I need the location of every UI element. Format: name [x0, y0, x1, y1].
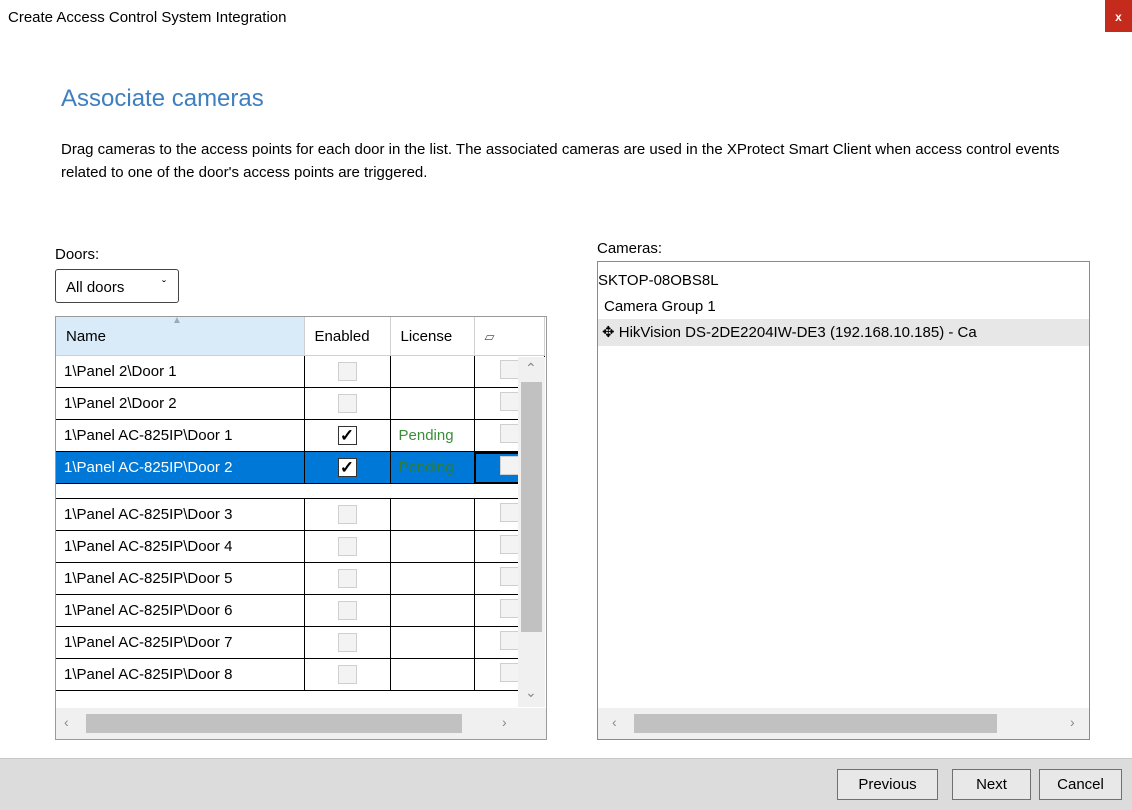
checkbox-unchecked[interactable] [337, 505, 357, 524]
camera-cell-box [499, 424, 519, 443]
cameras-label: Cameras: [597, 240, 663, 257]
table-row[interactable]: 1\Panel AC-825IP\Door 1 ✓ Pending [56, 419, 545, 452]
sort-ascending-icon: ▲ [172, 316, 182, 326]
enabled-checkbox[interactable]: ✓ [304, 419, 391, 452]
column-header-enabled-label: Enabled [314, 327, 370, 345]
door-name: 1\Panel AC-825IP\Door 1 [56, 419, 305, 452]
scroll-down-icon[interactable]: ⌄ [525, 684, 537, 701]
table-row[interactable]: 1\Panel AC-825IP\Door 5 [56, 562, 545, 595]
checkbox-unchecked[interactable] [337, 569, 357, 588]
license-status [390, 530, 475, 563]
table-row-selected[interactable]: 1\Panel AC-825IP\Door 2 ✓ Pending [56, 451, 545, 484]
camera-name: HikVision DS-2DE2204IW-DE3 (192.168.10.1… [618, 324, 977, 341]
tree-item-server[interactable]: SKTOP-08OBS8L [598, 272, 719, 289]
door-name: 1\Panel AC-825IP\Door 4 [56, 530, 305, 563]
camera-cell-box [499, 360, 519, 379]
door-name: 1\Panel 2\Door 2 [56, 387, 305, 420]
license-status [390, 562, 475, 595]
close-button[interactable]: x [1105, 0, 1132, 32]
door-name: 1\Panel AC-825IP\Door 6 [56, 594, 305, 627]
cancel-button[interactable]: Cancel [1039, 769, 1122, 800]
camera-cell-box [499, 503, 519, 522]
checkmark-icon[interactable]: ✓ [337, 458, 357, 477]
doors-label: Doors: [55, 246, 100, 263]
license-status [390, 355, 475, 388]
table-row[interactable]: 1\Panel AC-825IP\Door 8 [56, 658, 545, 691]
page-description: Drag cameras to the access points for ea… [61, 141, 1060, 181]
column-header-name[interactable]: ▲ Name [56, 316, 305, 356]
enabled-checkbox[interactable] [304, 658, 391, 691]
scroll-left-icon[interactable]: ‹ [64, 714, 69, 730]
column-header-license-label: License [400, 327, 453, 345]
license-status: Pending [390, 451, 475, 484]
license-status [390, 658, 475, 691]
column-header-camera[interactable]: ▱ [474, 317, 545, 356]
table-row[interactable]: 1\Panel AC-825IP\Door 6 [56, 594, 545, 627]
license-status [390, 594, 475, 627]
camera-cell-box [499, 663, 519, 682]
camera-column-icon: ▱ [484, 328, 495, 344]
camera-cell-box [499, 567, 519, 586]
previous-button[interactable]: Previous [837, 769, 938, 800]
enabled-checkbox[interactable] [304, 530, 391, 563]
camera-cell-box [499, 456, 519, 475]
ptz-camera-icon: ✥ [602, 324, 615, 341]
enabled-checkbox[interactable] [304, 626, 391, 659]
column-header-license[interactable]: License [390, 317, 475, 356]
enabled-checkbox[interactable] [304, 562, 391, 595]
enabled-checkbox[interactable] [304, 387, 391, 420]
checkbox-unchecked[interactable] [337, 633, 357, 652]
table-row[interactable]: 1\Panel AC-825IP\Door 4 [56, 530, 545, 563]
table-row[interactable]: 1\Panel 2\Door 1 [56, 355, 545, 388]
column-header-name-label: Name [66, 327, 107, 345]
doors-vertical-scroll-thumb[interactable] [521, 382, 542, 632]
door-name: 1\Panel AC-825IP\Door 8 [56, 658, 305, 691]
door-name: 1\Panel 2\Door 1 [56, 355, 305, 388]
camera-cell-box [499, 631, 519, 650]
door-name: 1\Panel AC-825IP\Door 3 [56, 498, 305, 531]
checkmark-icon[interactable]: ✓ [337, 426, 357, 445]
enabled-checkbox[interactable] [304, 498, 391, 531]
checkbox-unchecked[interactable] [337, 394, 357, 413]
window-title: Create Access Control System Integration [8, 9, 287, 26]
tree-item-camera-group[interactable]: Camera Group 1 [604, 298, 716, 315]
table-row[interactable]: 1\Panel AC-825IP\Door 7 [56, 626, 545, 659]
door-name: 1\Panel AC-825IP\Door 5 [56, 562, 305, 595]
camera-cell-box [499, 535, 519, 554]
enabled-checkbox[interactable] [304, 594, 391, 627]
doors-horizontal-scroll-thumb[interactable] [86, 714, 462, 733]
enabled-checkbox[interactable]: ✓ [304, 451, 391, 484]
license-status [390, 498, 475, 531]
cameras-tree[interactable]: SKTOP-08OBS8L Camera Group 1 ✥ HikVision… [597, 261, 1090, 740]
table-row[interactable]: 1\Panel 2\Door 2 [56, 387, 545, 420]
enabled-checkbox[interactable] [304, 355, 391, 388]
cameras-horizontal-scroll-thumb[interactable] [634, 714, 997, 733]
license-status [390, 626, 475, 659]
row-spacer [56, 483, 544, 499]
chevron-down-icon: ˇ [162, 278, 166, 292]
door-name: 1\Panel AC-825IP\Door 7 [56, 626, 305, 659]
scroll-up-icon[interactable]: ⌃ [525, 360, 537, 377]
checkbox-unchecked[interactable] [337, 362, 357, 381]
scroll-right-icon[interactable]: › [1070, 714, 1075, 730]
page-title: Associate cameras [61, 85, 264, 112]
doors-filter-value: All doors [66, 279, 125, 296]
table-row[interactable]: 1\Panel AC-825IP\Door 3 [56, 498, 545, 531]
door-name: 1\Panel AC-825IP\Door 2 [56, 451, 305, 484]
license-status: Pending [390, 419, 475, 452]
next-button[interactable]: Next [952, 769, 1031, 800]
tree-item-camera[interactable]: ✥ HikVision DS-2DE2204IW-DE3 (192.168.10… [602, 323, 977, 341]
camera-cell-box [499, 599, 519, 618]
scroll-left-icon[interactable]: ‹ [612, 714, 617, 730]
column-header-enabled[interactable]: Enabled [304, 317, 391, 356]
doors-table[interactable]: ▲ Name Enabled License ▱ 1\Panel 2\Door … [55, 316, 547, 740]
license-status [390, 387, 475, 420]
scroll-right-icon[interactable]: › [502, 714, 507, 730]
checkbox-unchecked[interactable] [337, 537, 357, 556]
camera-cell-box [499, 392, 519, 411]
checkbox-unchecked[interactable] [337, 665, 357, 684]
checkbox-unchecked[interactable] [337, 601, 357, 620]
doors-filter-dropdown[interactable]: All doors ˇ [55, 269, 179, 303]
